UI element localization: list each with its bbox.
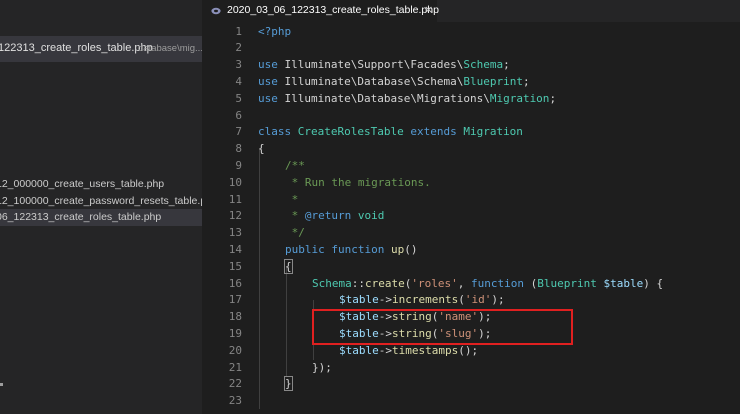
open-editor-item[interactable]: 122313_create_roles_table.php database\m… bbox=[0, 36, 202, 62]
code-line-10: * Run the migrations. bbox=[285, 175, 431, 189]
code-line-21: }); bbox=[312, 360, 332, 374]
line-number: 15 bbox=[228, 259, 242, 273]
red-highlight-annotation bbox=[312, 309, 573, 345]
code-line-8: { bbox=[258, 142, 265, 156]
line-number: 23 bbox=[228, 394, 242, 408]
matched-bracket: { bbox=[284, 258, 293, 274]
code-line-20: $table->timestamps(); bbox=[339, 343, 479, 357]
line-number-gutter: 1 2 3 4 5 6 7 8 9 10 11 12 13 14 15 16 1… bbox=[202, 22, 248, 414]
php-icon bbox=[211, 7, 221, 15]
code-line-9: /** bbox=[285, 159, 305, 172]
line-number: 16 bbox=[228, 276, 242, 290]
tab-roles-migration[interactable]: 2020_03_06_122313_create_roles_table.php… bbox=[202, 0, 439, 22]
line-number: 9 bbox=[235, 159, 242, 172]
line-number: 10 bbox=[228, 175, 242, 189]
line-number: 18 bbox=[228, 310, 242, 324]
file-item-users-migration[interactable]: 12_000000_create_users_table.php bbox=[0, 176, 202, 193]
file-label: 12_100000_create_password_resets_table.p… bbox=[0, 195, 202, 207]
code-line-16: Schema::create('roles', function (Bluepr… bbox=[312, 276, 664, 290]
code-line-12: * @return void bbox=[285, 209, 385, 223]
line-number: 11 bbox=[228, 192, 242, 206]
indent-guide bbox=[286, 266, 287, 376]
code-line-14: public function up() bbox=[285, 243, 418, 256]
line-number: 1 bbox=[235, 24, 242, 38]
code-line-17: $table->increments('id'); bbox=[339, 293, 505, 307]
tab-label: 2020_03_06_122313_create_roles_table.php bbox=[227, 4, 439, 16]
line-number: 2 bbox=[235, 41, 242, 55]
code-line-4: use Illuminate\Database\Schema\Blueprint… bbox=[258, 75, 530, 88]
file-item-roles-migration[interactable]: 06_122313_create_roles_table.php bbox=[0, 209, 202, 226]
line-number: 13 bbox=[228, 226, 242, 240]
line-number: 3 bbox=[235, 58, 242, 72]
line-number: 7 bbox=[235, 125, 242, 139]
code-line-11: * bbox=[285, 192, 299, 206]
code-line-3: use Illuminate\Support\Facades\Schema; bbox=[258, 58, 510, 72]
code-line-15: { bbox=[284, 258, 293, 276]
code-line-22: } bbox=[284, 376, 293, 393]
file-item-password-resets-migration[interactable]: 12_100000_create_password_resets_table.p… bbox=[0, 193, 202, 210]
close-icon[interactable]: × bbox=[424, 3, 433, 17]
line-number: 21 bbox=[228, 360, 242, 374]
line-number: 5 bbox=[235, 91, 242, 105]
line-number: 4 bbox=[235, 75, 242, 88]
tab-bar: 2020_03_06_122313_create_roles_table.php… bbox=[202, 0, 740, 22]
line-number: 20 bbox=[228, 343, 242, 357]
indent-guide bbox=[259, 149, 260, 409]
matched-bracket: } bbox=[284, 376, 293, 392]
open-editor-path: database\mig... bbox=[138, 43, 202, 54]
file-label: 12_000000_create_users_table.php bbox=[0, 178, 165, 190]
code-line-13: */ bbox=[285, 226, 305, 240]
line-number: 17 bbox=[228, 293, 242, 307]
line-number: 6 bbox=[235, 108, 242, 122]
line-number: 22 bbox=[228, 377, 242, 391]
sidebar-marker bbox=[0, 383, 3, 386]
code-line-7: class CreateRolesTable extends Migration bbox=[258, 125, 523, 139]
line-number: 8 bbox=[235, 142, 242, 156]
file-label: 06_122313_create_roles_table.php bbox=[0, 211, 162, 223]
explorer-sidebar: 122313_create_roles_table.php database\m… bbox=[0, 0, 202, 414]
open-editor-name: 122313_create_roles_table.php bbox=[0, 42, 153, 54]
line-number: 12 bbox=[228, 209, 242, 223]
line-number: 14 bbox=[228, 243, 242, 256]
code-line-5: use Illuminate\Database\Migrations\Migra… bbox=[258, 91, 557, 105]
line-number: 19 bbox=[228, 327, 242, 340]
code-editor[interactable]: 1 2 3 4 5 6 7 8 9 10 11 12 13 14 15 16 1… bbox=[202, 22, 740, 414]
code-line-1: <?php bbox=[258, 24, 292, 38]
